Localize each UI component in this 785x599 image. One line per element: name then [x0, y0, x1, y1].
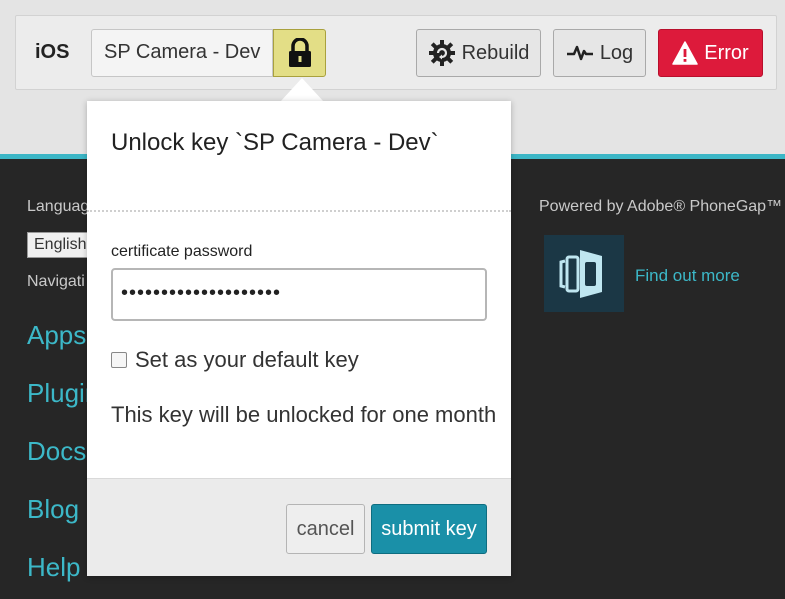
navigation-label: Navigati [27, 273, 85, 290]
divider [87, 210, 511, 212]
submit-key-button[interactable]: submit key [371, 504, 487, 554]
language-label: Languag [27, 198, 90, 215]
phonegap-logo[interactable] [544, 235, 624, 312]
popover-arrow [280, 78, 324, 102]
certificate-password-input[interactable]: •••••••••••••••••••• [111, 268, 487, 321]
pulse-icon [566, 45, 593, 61]
cancel-button[interactable]: cancel [286, 504, 365, 554]
platform-label: iOS [35, 41, 70, 63]
powered-by-text: Powered by Adobe® PhoneGap™ [539, 198, 783, 215]
gear-refresh-icon [428, 40, 455, 66]
log-button[interactable]: Log [553, 29, 646, 77]
default-key-option[interactable]: Set as your default key [111, 347, 359, 373]
unlock-key-button[interactable] [273, 29, 326, 77]
find-out-more-link[interactable]: Find out more [635, 266, 740, 286]
nav-link-blog[interactable]: Blog [27, 494, 79, 525]
rebuild-label: Rebuild [461, 41, 530, 64]
log-label: Log [599, 41, 634, 64]
nav-link-docs[interactable]: Docs [27, 436, 86, 467]
lock-icon [288, 38, 311, 67]
unlock-duration-text: This key will be unlocked for one month [111, 402, 497, 427]
nav-link-apps[interactable]: Apps [27, 320, 86, 351]
error-button[interactable]: Error [658, 29, 763, 77]
unlock-key-popover: Unlock key `SP Camera - Dev` certificate… [87, 101, 511, 576]
popover-title: Unlock key `SP Camera - Dev` [111, 129, 439, 156]
default-key-label[interactable]: Set as your default key [135, 347, 359, 373]
signing-key-select[interactable]: SP Camera - Dev [91, 29, 273, 77]
phonegap-icon [559, 249, 602, 298]
popover-footer: cancel submit key [87, 478, 511, 576]
rebuild-button[interactable]: Rebuild [416, 29, 541, 77]
nav-link-help[interactable]: Help [27, 552, 80, 583]
password-label: certificate password [111, 243, 253, 260]
error-label: Error [704, 41, 749, 64]
warning-icon [672, 41, 699, 65]
default-key-checkbox[interactable] [111, 352, 127, 368]
